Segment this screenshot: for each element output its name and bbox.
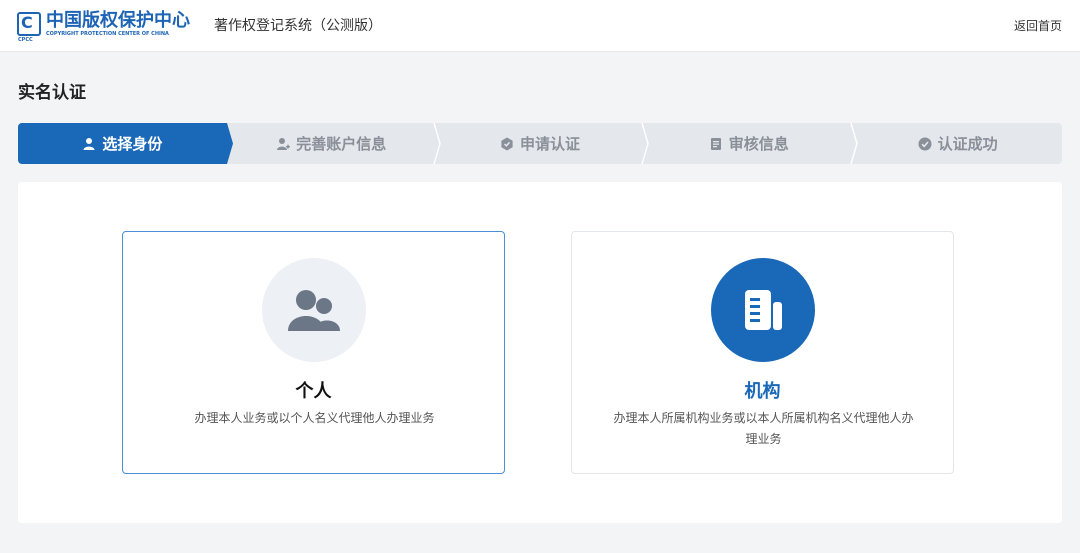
logo-title: 中国版权保护中心 — [46, 9, 190, 31]
top-bar: C CPCC 中国版权保护中心 COPYRIGHT PROTECTION CEN… — [0, 0, 1080, 52]
badge-icon — [500, 137, 514, 151]
organization-description: 办理本人所属机构业务或以本人所属机构名义代理他人办理业务 — [613, 411, 914, 446]
cpcc-logo[interactable]: C CPCC 中国版权保护中心 COPYRIGHT PROTECTION CEN… — [17, 9, 190, 43]
people-icon — [262, 258, 366, 362]
back-to-home-link[interactable]: 返回首页 — [1014, 17, 1062, 34]
system-name: 著作权登记系统（公测版） — [214, 18, 382, 34]
page-title: 实名认证 — [18, 83, 86, 103]
identity-selection-panel: 个人 办理本人业务或以个人名义代理他人办理业务 机构 办理本人所属机构业务或以本… — [18, 182, 1062, 523]
step-select-identity[interactable]: 选择身份 — [18, 123, 233, 164]
copyright-logo-icon: C CPCC — [17, 12, 41, 43]
organization-title: 机构 — [744, 381, 781, 402]
step-review-info[interactable]: 审核信息 — [644, 123, 858, 164]
logo-subtitle: COPYRIGHT PROTECTION CENTER OF CHINA — [46, 30, 169, 37]
user-icon — [82, 137, 96, 151]
personal-identity-card[interactable]: 个人 办理本人业务或以个人名义代理他人办理业务 — [122, 231, 505, 474]
document-icon — [709, 137, 723, 151]
organization-identity-card[interactable]: 机构 办理本人所属机构业务或以本人所属机构名义代理他人办理业务 — [571, 231, 954, 474]
user-add-icon — [276, 137, 291, 151]
step-complete-account[interactable]: 完善账户信息 — [226, 123, 441, 164]
personal-description: 办理本人业务或以个人名义代理他人办理业务 — [194, 411, 435, 425]
personal-title: 个人 — [295, 381, 332, 402]
check-circle-icon — [918, 137, 932, 151]
progress-steps: 选择身份 完善账户信息 申请认证 审核信息 认证成功 — [18, 123, 1062, 164]
step-certification-success[interactable]: 认证成功 — [853, 123, 1062, 164]
building-document-icon — [711, 258, 815, 362]
step-apply-certification[interactable]: 申请认证 — [435, 123, 650, 164]
